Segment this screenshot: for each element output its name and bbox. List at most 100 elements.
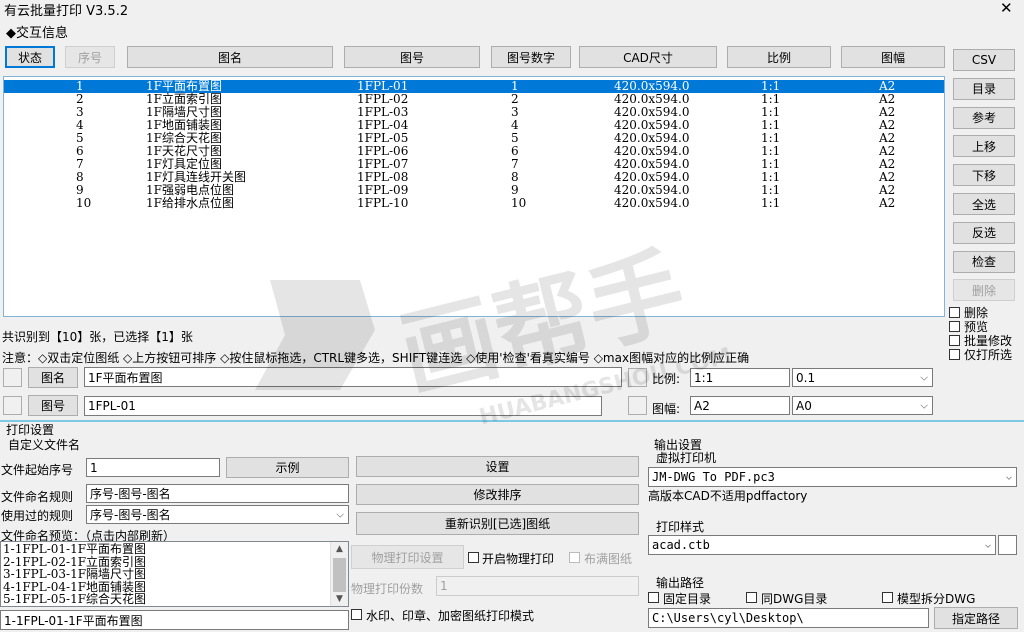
virtual-printer-select[interactable]: JM-DWG To PDF.pc3 ⌵ xyxy=(648,467,1017,487)
same-dwg-dir-label: 同DWG目录 xyxy=(761,592,828,606)
fixed-dir-checkbox[interactable] xyxy=(648,592,659,603)
note-text: 注意：◇双击定位图纸 ◇上方按钮可排序 ◇按住鼠标拖选，CTRL键多选，SHIF… xyxy=(2,351,750,365)
interaction-group-label: ◆交互信息 xyxy=(6,26,68,41)
physical-copies-input[interactable]: 1 xyxy=(436,576,639,596)
fill-page-label: 布满图纸 xyxy=(584,552,633,566)
col-number-button[interactable]: 图号数字 xyxy=(491,46,571,68)
row-cell-size: 420.0x594.0 xyxy=(614,196,690,210)
col-cadsize-button[interactable]: CAD尺寸 xyxy=(579,46,717,68)
col-status-button[interactable]: 状态 xyxy=(5,46,55,68)
catalog-button[interactable]: 目录 xyxy=(953,77,1015,100)
scale-select[interactable]: 0.1 ⌵ xyxy=(792,368,933,387)
window-title: 有云批量打印 V3.5.2 xyxy=(4,4,129,19)
scroll-thumb[interactable] xyxy=(333,558,346,592)
preview-line: 5-1FPL-05-1F综合天花图 xyxy=(3,592,147,606)
select-all-button[interactable]: 全选 xyxy=(953,193,1015,215)
col-seq-button[interactable]: 序号 xyxy=(65,46,115,68)
scroll-up-icon[interactable]: ▲ xyxy=(336,544,343,554)
format-select[interactable]: A0 ⌵ xyxy=(792,396,933,415)
watermark-mode-label: 水印、印章、加密图纸打印模式 xyxy=(366,609,535,623)
physical-print-checkbox[interactable] xyxy=(468,552,479,563)
custom-name-label: 自定义文件名 xyxy=(8,438,81,452)
table-row[interactable]: 4 1F地面铺装图 1FPL-04 4 420.0x594.0 1:1 A2 xyxy=(4,119,944,132)
table-row[interactable]: 2 1F立面索引图 1FPL-02 2 420.0x594.0 1:1 A2 xyxy=(4,93,944,106)
csv-button[interactable]: CSV xyxy=(953,49,1015,71)
chevron-down-icon: ⌵ xyxy=(336,509,344,520)
col-name-button[interactable]: 图名 xyxy=(127,46,333,68)
current-filename-input[interactable]: 1-1FPL-01-1F平面布置图 xyxy=(0,610,349,630)
format-lock-toggle[interactable] xyxy=(628,396,647,415)
scroll-down-icon[interactable]: ▼ xyxy=(336,594,343,604)
batch-edit-checkbox[interactable] xyxy=(949,335,960,346)
table-row[interactable]: 10 1F给排水点位图 1FPL-10 10 420.0x594.0 1:1 A2 xyxy=(4,197,944,210)
same-dwg-dir-checkbox[interactable] xyxy=(746,592,757,603)
reidentify-button[interactable]: 重新识别[已选]图纸 xyxy=(356,512,639,535)
delete-checkbox[interactable] xyxy=(949,307,960,318)
chevron-down-icon: ⌵ xyxy=(984,539,991,551)
used-rule-value: 序号-图号-图名 xyxy=(90,508,171,522)
print-style-select[interactable]: acad.ctb ⌵ xyxy=(648,535,996,555)
preview-checkbox[interactable] xyxy=(949,321,960,332)
print-style-value: acad.ctb xyxy=(652,538,710,552)
drawing-code-input[interactable]: 1FPL-01 xyxy=(84,396,602,416)
section-divider xyxy=(0,420,1024,422)
naming-rule-input[interactable]: 序号-图号-图名 xyxy=(86,484,349,503)
scale-input[interactable]: 1:1 xyxy=(690,368,790,387)
delete-button[interactable]: 删除 xyxy=(953,279,1015,302)
table-row[interactable]: 6 1F天花尺寸图 1FPL-06 6 420.0x594.0 1:1 A2 xyxy=(4,145,944,158)
example-button[interactable]: 示例 xyxy=(226,457,349,478)
move-down-button[interactable]: 下移 xyxy=(953,164,1015,187)
settings-button[interactable]: 设置 xyxy=(356,456,639,477)
drawing-name-input[interactable]: 1F平面布置图 xyxy=(84,367,622,387)
watermark-mode-checkbox[interactable] xyxy=(351,609,362,620)
print-style-edit-button[interactable] xyxy=(998,535,1017,555)
start-seq-input[interactable]: 1 xyxy=(86,458,220,477)
preview-box[interactable]: 1-1FPL-01-1F平面布置图 2-1FPL-02-1F立面索引图 3-1FPL… xyxy=(0,541,349,607)
preview-scrollbar[interactable]: ▲ ▼ xyxy=(330,542,348,606)
table-row[interactable]: 9 1F强弱电点位图 1FPL-09 9 420.0x594.0 1:1 A2 xyxy=(4,184,944,197)
col-scale-button[interactable]: 比例 xyxy=(727,46,831,68)
col-code-button[interactable]: 图号 xyxy=(344,46,480,68)
reference-button[interactable]: 参考 xyxy=(953,106,1015,129)
check-button[interactable]: 检查 xyxy=(953,250,1015,273)
table-row[interactable]: 3 1F隔墙尺寸图 1FPL-03 3 420.0x594.0 1:1 A2 xyxy=(4,106,944,119)
scale-lock-toggle[interactable] xyxy=(628,368,647,387)
format-input[interactable]: A2 xyxy=(690,396,790,415)
output-path-input[interactable]: C:\Users\cyl\Desktop\ xyxy=(648,608,929,628)
print-style-label: 打印样式 xyxy=(656,520,705,534)
reorder-button[interactable]: 修改排序 xyxy=(356,484,639,505)
name-lock-toggle[interactable] xyxy=(3,368,22,387)
start-seq-label: 文件起始序号 xyxy=(1,463,74,477)
row-cell-name: 1F给排水点位图 xyxy=(146,196,234,210)
drawing-list[interactable]: 1 1F平面布置图 1FPL-01 1 420.0x594.0 1:1 A2 2 1F立面索引图… xyxy=(3,76,945,317)
physical-print-label: 开启物理打印 xyxy=(482,552,555,566)
fixed-dir-label: 固定目录 xyxy=(663,592,712,606)
table-row[interactable]: 1 1F平面布置图 1FPL-01 1 420.0x594.0 1:1 A2 xyxy=(4,80,944,93)
close-icon[interactable]: ✕ xyxy=(1000,0,1013,17)
name-label-button[interactable]: 图名 xyxy=(28,367,78,388)
code-lock-toggle[interactable] xyxy=(3,396,22,415)
invert-selection-button[interactable]: 反选 xyxy=(953,221,1015,244)
code-label-button[interactable]: 图号 xyxy=(28,395,78,416)
table-row[interactable]: 7 1F灯具定位图 1FPL-07 7 420.0x594.0 1:1 A2 xyxy=(4,158,944,171)
virtual-printer-value: JM-DWG To PDF.pc3 xyxy=(652,470,775,484)
col-format-button[interactable]: 图幅 xyxy=(841,46,945,68)
print-selected-only-checkbox[interactable] xyxy=(949,349,960,360)
table-row[interactable]: 5 1F综合天花图 1FPL-05 5 420.0x594.0 1:1 A2 xyxy=(4,132,944,145)
model-split-checkbox[interactable] xyxy=(882,592,893,603)
table-row[interactable]: 8 1F灯具连线开关图 1FPL-08 8 420.0x594.0 1:1 A2 xyxy=(4,171,944,184)
row-cell-code: 1FPL-10 xyxy=(357,196,409,210)
row-cell-format: A2 xyxy=(879,196,896,210)
used-rule-label: 使用过的规则 xyxy=(1,509,74,523)
format-select-value: A0 xyxy=(796,398,812,413)
specify-path-button[interactable]: 指定路径 xyxy=(934,607,1018,629)
row-cell-num: 10 xyxy=(511,196,527,210)
physical-print-settings-button[interactable]: 物理打印设置 xyxy=(351,545,464,569)
chevron-down-icon: ⌵ xyxy=(920,372,928,383)
fill-page-checkbox[interactable] xyxy=(569,552,580,563)
move-up-button[interactable]: 上移 xyxy=(953,135,1015,158)
physical-copies-label: 物理打印份数 xyxy=(351,582,424,596)
used-rule-select[interactable]: 序号-图号-图名 ⌵ xyxy=(86,505,349,524)
virtual-printer-label: 虚拟打印机 xyxy=(656,451,717,465)
row-cell-seq: 10 xyxy=(76,196,92,210)
